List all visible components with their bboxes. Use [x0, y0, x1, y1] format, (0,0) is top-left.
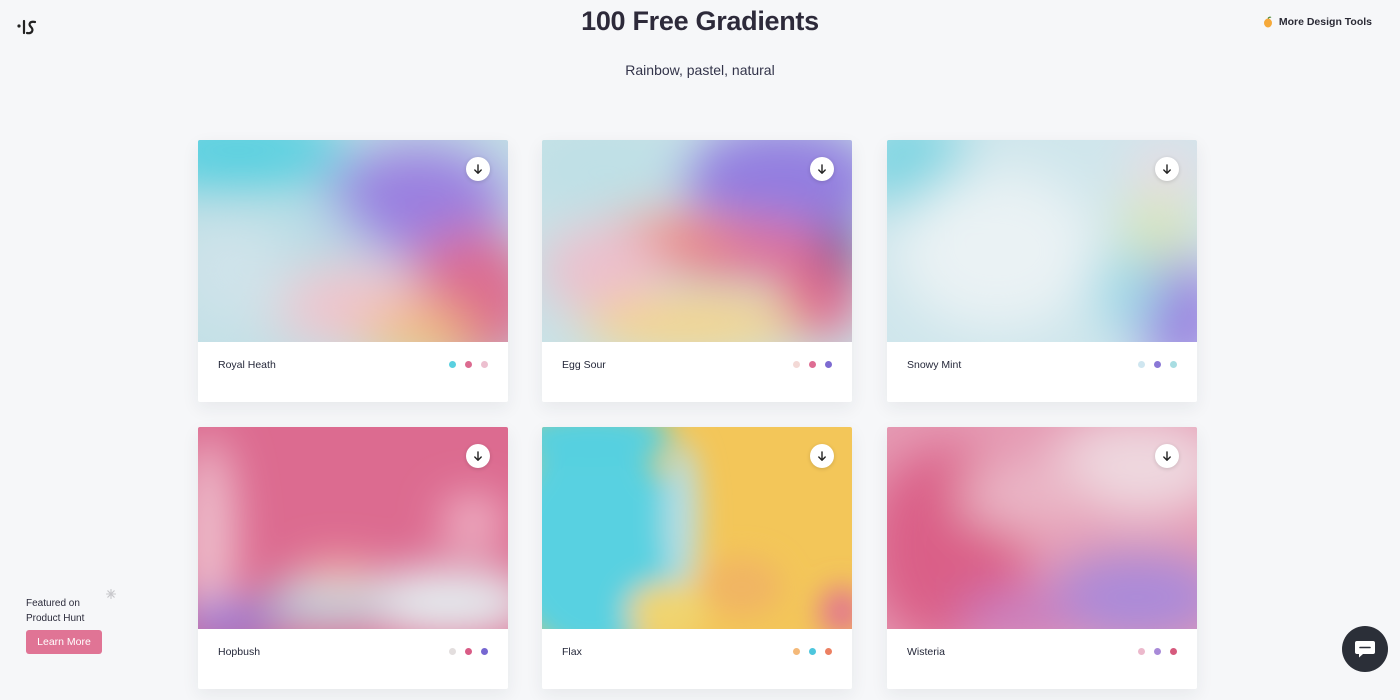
chat-bubble-icon	[1355, 641, 1375, 658]
more-design-tools-label: More Design Tools	[1278, 16, 1372, 28]
download-button[interactable]	[466, 444, 490, 468]
download-button[interactable]	[466, 157, 490, 181]
gradient-card-royal-heath[interactable]: Royal Heath	[198, 140, 508, 402]
gradient-grid: Royal Heath Egg Sour Snowy Mint Hopbush …	[198, 140, 1198, 700]
download-button[interactable]	[1155, 157, 1179, 181]
more-design-tools-link[interactable]: More Design Tools	[1263, 16, 1372, 28]
gradient-preview[interactable]	[198, 140, 508, 342]
download-icon	[474, 163, 482, 174]
download-icon	[1163, 450, 1171, 461]
learn-more-button[interactable]: Learn More	[26, 630, 102, 654]
sparkle-icon	[106, 589, 116, 599]
page-subtitle: Rainbow, pastel, natural	[625, 62, 775, 78]
color-dot[interactable]	[809, 648, 816, 655]
color-dot[interactable]	[465, 648, 472, 655]
color-dot[interactable]	[481, 648, 488, 655]
gradient-card-egg-sour[interactable]: Egg Sour	[542, 140, 852, 402]
color-dot[interactable]	[825, 361, 832, 368]
color-dot[interactable]	[1170, 648, 1177, 655]
gradient-preview[interactable]	[887, 140, 1197, 342]
gradient-name: Royal Heath	[218, 359, 276, 371]
peach-emoji-icon	[1263, 16, 1272, 28]
download-button[interactable]	[810, 444, 834, 468]
page-title: 100 Free Gradients	[581, 6, 819, 36]
color-dots	[449, 648, 488, 655]
chat-button[interactable]	[1342, 626, 1388, 672]
gradient-name: Flax	[562, 646, 582, 658]
color-dot[interactable]	[449, 361, 456, 368]
color-dot[interactable]	[793, 648, 800, 655]
color-dot[interactable]	[449, 648, 456, 655]
download-button[interactable]	[810, 157, 834, 181]
gradient-card-snowy-mint[interactable]: Snowy Mint	[887, 140, 1197, 402]
product-hunt-line2: Product Hunt	[26, 613, 85, 624]
product-hunt-badge: Featured on Product Hunt	[26, 596, 84, 626]
color-dot[interactable]	[1170, 361, 1177, 368]
gradient-name: Hopbush	[218, 646, 261, 658]
color-dots	[793, 648, 832, 655]
color-dot[interactable]	[793, 361, 800, 368]
gradient-preview[interactable]	[887, 427, 1197, 629]
download-button[interactable]	[1155, 444, 1179, 468]
color-dot[interactable]	[1154, 361, 1161, 368]
color-dot[interactable]	[1138, 361, 1145, 368]
color-dots	[793, 361, 832, 368]
product-hunt-line1: Featured on	[26, 598, 80, 609]
color-dot[interactable]	[481, 361, 488, 368]
download-icon	[818, 163, 826, 174]
gradient-name: Wisteria	[907, 646, 945, 658]
color-dot[interactable]	[825, 648, 832, 655]
color-dot[interactable]	[809, 361, 816, 368]
gradient-card-wisteria[interactable]: Wisteria	[887, 427, 1197, 689]
download-icon	[474, 450, 482, 461]
download-icon	[1163, 163, 1171, 174]
gradient-name: Egg Sour	[562, 359, 606, 371]
gradient-preview[interactable]	[198, 427, 508, 629]
color-dots	[1138, 361, 1177, 368]
color-dot[interactable]	[465, 361, 472, 368]
gradient-card-hopbush[interactable]: Hopbush	[198, 427, 508, 689]
gradient-card-flax[interactable]: Flax	[542, 427, 852, 689]
color-dot[interactable]	[1154, 648, 1161, 655]
download-icon	[818, 450, 826, 461]
color-dots	[1138, 648, 1177, 655]
gradient-preview[interactable]	[542, 140, 852, 342]
color-dot[interactable]	[1138, 648, 1145, 655]
color-dots	[449, 361, 488, 368]
gradient-name: Snowy Mint	[907, 359, 962, 371]
gradient-preview[interactable]	[542, 427, 852, 629]
